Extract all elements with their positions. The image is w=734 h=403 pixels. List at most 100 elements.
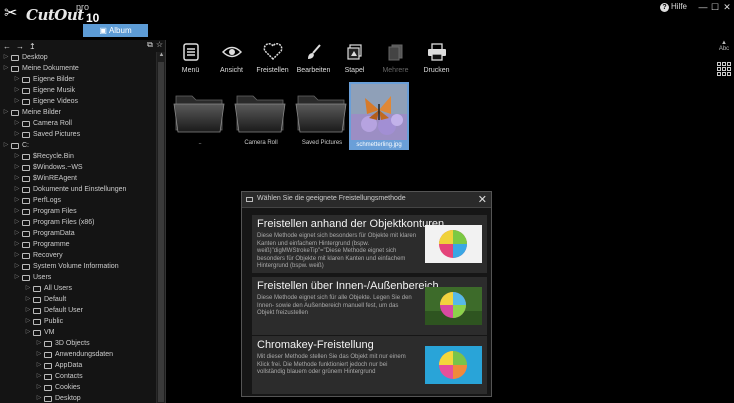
favorite-star-icon[interactable]: ☆ xyxy=(156,40,163,50)
minimize-button[interactable]: — xyxy=(697,0,709,14)
tree-item[interactable]: ▷ Contacts xyxy=(0,371,156,382)
expand-icon[interactable]: ▷ xyxy=(3,140,9,151)
tree-item[interactable]: ▷ Eigene Bilder xyxy=(0,74,156,85)
help-button[interactable]: ? Hilfe xyxy=(657,0,690,14)
toolbar-freistellen-button[interactable]: Freistellen xyxy=(252,41,293,79)
expand-icon[interactable]: ▷ xyxy=(14,206,20,217)
help-icon: ? xyxy=(660,3,669,12)
expand-icon[interactable]: ▷ xyxy=(3,107,9,118)
expand-icon[interactable]: ▷ xyxy=(36,371,42,382)
expand-icon[interactable]: ▷ xyxy=(14,261,20,272)
expand-icon[interactable]: ▷ xyxy=(25,283,31,294)
parent-folder-icon[interactable]: ↥ xyxy=(29,42,36,51)
expand-icon[interactable]: ▷ xyxy=(14,85,20,96)
tree-scrollbar[interactable]: ▲ xyxy=(156,52,165,403)
tree-item[interactable]: ▷ 3D Objects xyxy=(0,338,156,349)
expand-icon[interactable]: ▷ xyxy=(14,217,20,228)
expand-icon[interactable]: ▷ xyxy=(14,184,20,195)
expand-icon[interactable]: ▷ xyxy=(3,63,9,74)
tree-item[interactable]: ▷ $WinREAgent xyxy=(0,173,156,184)
expand-icon[interactable]: ▷ xyxy=(14,250,20,261)
expand-icon[interactable]: ▷ xyxy=(3,52,9,63)
tree-item[interactable]: ▷ Meine Dokumente xyxy=(0,63,156,74)
tree-item[interactable]: ▷ Desktop xyxy=(0,52,156,63)
expand-icon[interactable]: ▷ xyxy=(14,239,20,250)
album-tab[interactable]: ▣ Album xyxy=(83,24,148,37)
tree-item[interactable]: ▷ Camera Roll xyxy=(0,118,156,129)
tree-item[interactable]: ▷ Users xyxy=(0,272,156,283)
scrollbar-thumb[interactable] xyxy=(158,62,164,402)
tree-item[interactable]: ▷ All Users xyxy=(0,283,156,294)
tree-item[interactable]: ▷ Program Files (x86) xyxy=(0,217,156,228)
tree-item[interactable]: ▷ Default xyxy=(0,294,156,305)
expand-icon[interactable]: ▷ xyxy=(14,228,20,239)
expand-icon[interactable]: ▷ xyxy=(25,305,31,316)
tree-item[interactable]: ▷ PerfLogs xyxy=(0,195,156,206)
tree-item[interactable]: ▷ Programme xyxy=(0,239,156,250)
tree-item-label: System Volume Information xyxy=(33,263,119,270)
tree-item[interactable]: ▷ Desktop xyxy=(0,393,156,403)
tree-item[interactable]: ▷ System Volume Information xyxy=(0,261,156,272)
tree-item[interactable]: ▷ AppData xyxy=(0,360,156,371)
cutout-method-option[interactable]: Freistellen über Innen-/Außenbereich Dies… xyxy=(252,277,487,335)
tree-item[interactable]: ▷ $Windows.~WS xyxy=(0,162,156,173)
expand-icon[interactable]: ▷ xyxy=(14,151,20,162)
expand-icon[interactable]: ▷ xyxy=(36,349,42,360)
tree-item[interactable]: ▷ Saved Pictures xyxy=(0,129,156,140)
tree-item[interactable]: ▷ Public xyxy=(0,316,156,327)
cutout-method-option[interactable]: Chromakey-Freistellung Mit dieser Methode… xyxy=(252,336,487,394)
expand-icon[interactable]: ▷ xyxy=(25,327,31,338)
expand-icon[interactable]: ▷ xyxy=(14,173,20,184)
expand-icon[interactable]: ▷ xyxy=(25,294,31,305)
tree-item[interactable]: ▷ VM xyxy=(0,327,156,338)
tree-item[interactable]: ▷ Dokumente und Einstellungen xyxy=(0,184,156,195)
dialog-header: Wählen Sie die geeignete Freistellungsme… xyxy=(242,192,491,208)
tree-item[interactable]: ▷ C: xyxy=(0,140,156,151)
new-folder-icon[interactable]: ⧉ xyxy=(147,40,153,50)
tree-item[interactable]: ▷ Recovery xyxy=(0,250,156,261)
dialog-close-icon[interactable]: ✕ xyxy=(478,193,487,206)
grid-view-icon[interactable] xyxy=(717,62,731,76)
expand-icon[interactable]: ▷ xyxy=(14,129,20,140)
tree-item-label: All Users xyxy=(44,285,73,292)
folder-icon xyxy=(44,385,52,391)
expand-icon[interactable]: ▷ xyxy=(14,96,20,107)
toolbar-bearbeiten-button[interactable]: Bearbeiten xyxy=(293,41,334,79)
expand-icon[interactable]: ▷ xyxy=(14,162,20,173)
expand-icon[interactable]: ▷ xyxy=(36,382,42,393)
folder-icon xyxy=(22,165,30,171)
expand-icon[interactable]: ▷ xyxy=(14,195,20,206)
sort-button[interactable]: ▲ Abc xyxy=(715,40,733,52)
tree-item[interactable]: ▷ Eigene Videos xyxy=(0,96,156,107)
expand-icon[interactable]: ▷ xyxy=(14,272,20,283)
folder-item[interactable]: Saved Pictures xyxy=(292,82,352,146)
tree-item[interactable]: ▷ Default User xyxy=(0,305,156,316)
tree-item[interactable]: ▷ Eigene Musik xyxy=(0,85,156,96)
folder-item[interactable]: .. xyxy=(170,82,230,146)
toolbar-ansicht-button[interactable]: Ansicht xyxy=(211,41,252,79)
tree-item[interactable]: ▷ ProgramData xyxy=(0,228,156,239)
toolbar-stapel-button[interactable]: Stapel xyxy=(334,41,375,79)
expand-icon[interactable]: ▷ xyxy=(14,74,20,85)
back-arrow-icon[interactable]: ← xyxy=(3,42,11,51)
tree-item[interactable]: ▷ Cookies xyxy=(0,382,156,393)
tree-toolbar: ← → ↥ ⧉ ☆ xyxy=(0,40,165,52)
expand-icon[interactable]: ▷ xyxy=(25,316,31,327)
tree-item[interactable]: ▷ $Recycle.Bin xyxy=(0,151,156,162)
forward-arrow-icon[interactable]: → xyxy=(16,42,24,51)
folder-item[interactable]: Camera Roll xyxy=(231,82,291,146)
scroll-up-icon[interactable]: ▲ xyxy=(157,52,166,60)
tree-item[interactable]: ▷ Anwendungsdaten xyxy=(0,349,156,360)
tree-item[interactable]: ▷ Program Files xyxy=(0,206,156,217)
expand-icon[interactable]: ▷ xyxy=(36,360,42,371)
expand-icon[interactable]: ▷ xyxy=(14,118,20,129)
close-button[interactable]: ✕ xyxy=(721,0,733,14)
expand-icon[interactable]: ▷ xyxy=(36,393,42,403)
cutout-method-option[interactable]: Freistellen anhand der Objektkonturen Die… xyxy=(252,215,487,273)
toolbar-drucken-button[interactable]: Drucken xyxy=(416,41,457,79)
maximize-button[interactable]: ☐ xyxy=(709,0,721,14)
expand-icon[interactable]: ▷ xyxy=(36,338,42,349)
toolbar-menü-button[interactable]: Menü xyxy=(170,41,211,79)
tree-item[interactable]: ▷ Meine Bilder xyxy=(0,107,156,118)
image-item[interactable]: schmetterling.jpg xyxy=(349,82,409,150)
